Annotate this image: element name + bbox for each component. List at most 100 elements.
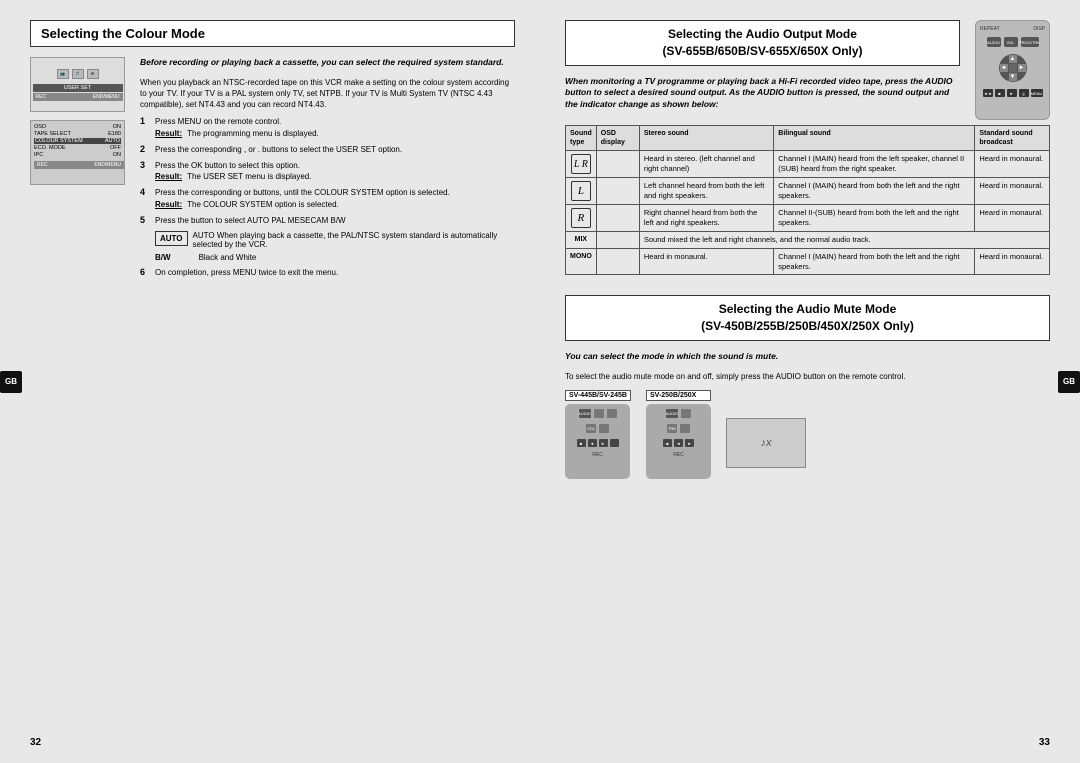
stereo-lr: Heard in stereo. (left channel and right… (639, 151, 773, 178)
lr-icon: L R (571, 154, 591, 174)
device-1-box: SV-445B/SV-245B AUDIO VOL ■ ◄ ► (565, 390, 631, 479)
display-box: ♪x (726, 418, 806, 468)
osd-label: OSD (34, 124, 46, 130)
table-row: R Right channel heard from both the left… (566, 205, 1050, 232)
mute-intro-text: You can select the mode in which the sou… (565, 351, 1050, 363)
col-osd: OSD display (596, 126, 639, 151)
audio-output-title: Selecting the Audio Output Mode (SV-655B… (565, 20, 960, 66)
osd-display-lr (596, 151, 639, 178)
device-screen-2: OSD ON TAPE SELECT E180 COLOUR SYSTEM AU… (30, 120, 125, 185)
standard-mono: Heard in monaural. (975, 248, 1050, 275)
step-2: 2 Press the corresponding , or . buttons… (140, 144, 515, 155)
user-set-bar: USER SET (33, 84, 123, 92)
table-row: MONO Heard in monaural. Channel I (MAIN)… (566, 248, 1050, 275)
page-number-left: 32 (30, 737, 41, 748)
bilingual-lr: Channel I (MAIN) heard from the left spe… (774, 151, 975, 178)
auto-note: AUTO When playing back a cassette, the P… (193, 231, 515, 249)
osd-display-r (596, 205, 639, 232)
step-4-text: Press the corresponding or buttons, unti… (155, 187, 515, 209)
standard-lr: Heard in monaural. (975, 151, 1050, 178)
bilingual-mono: Channel I (MAIN) heard from both the lef… (774, 248, 975, 275)
rec-end-bar: RECEND/MENU (33, 93, 123, 101)
section-title-colour: Selecting the Colour Mode (30, 20, 515, 47)
table-row: L R Heard in stereo. (left channel and r… (566, 151, 1050, 178)
table-row: MIX Sound mixed the left and right chann… (566, 232, 1050, 249)
intro-text: Before recording or playing back a casse… (140, 57, 515, 69)
eco-mode-value: OFF (110, 145, 121, 151)
mix-text: Sound mixed the left and right channels,… (639, 232, 1049, 249)
audio-output-section: Selecting the Audio Output Mode (SV-655B… (565, 20, 1050, 275)
audio-mute-section: Selecting the Audio Mute Mode (SV-450B/2… (565, 295, 1050, 479)
bilingual-l: Channel I (MAIN) heard from both the lef… (774, 178, 975, 205)
icon-1: 📺 (57, 69, 69, 79)
step-6-text: On completion, press MENU twice to exit … (155, 267, 515, 278)
step-3-num: 3 (140, 160, 150, 170)
step-6-num: 6 (140, 267, 150, 277)
audio-output-table: Sound type OSD display Stereo sound Bili… (565, 125, 1050, 275)
eco-mode-label: ECO. MODE (34, 145, 65, 151)
display-area: ♪x (726, 410, 806, 468)
mix-label: MIX (566, 232, 597, 249)
step-1: 1 Press MENU on the remote control. Resu… (140, 116, 515, 138)
ipc-label: IPC (34, 152, 43, 158)
device-1-remote: AUDIO VOL ■ ◄ ► REC (565, 404, 630, 479)
right-page: GB Selecting the Audio Output Mode (SV-6… (540, 0, 1080, 763)
mono-label: MONO (566, 248, 597, 275)
device-image-area: 📺 🎵 ⚙ USER SET RECEND/MENU OSD ON TAPE S… (30, 57, 130, 283)
l-icon: L (571, 181, 591, 201)
step-1-num: 1 (140, 116, 150, 126)
stereo-r: Right channel heard from both the left a… (639, 205, 773, 232)
step-3-text: Press the OK button to select this optio… (155, 160, 515, 182)
device-1-label: SV-445B/SV-245B (565, 390, 631, 401)
stereo-l: Left channel heard from both the left an… (639, 178, 773, 205)
table-row: L Left channel heard from both the left … (566, 178, 1050, 205)
osd-display-mono (596, 248, 639, 275)
step-3: 3 Press the OK button to select this opt… (140, 160, 515, 182)
step-4: 4 Press the corresponding or buttons, un… (140, 187, 515, 209)
osd-display-mix (596, 232, 639, 249)
device-2-label: SV-250B/250X (646, 390, 711, 401)
osd-value: ON (113, 124, 121, 130)
col-stereo: Stereo sound (639, 126, 773, 151)
step-2-num: 2 (140, 144, 150, 154)
remote-control-image: REPEAT DISP AUDIO VOL PROG/TRK ▲ ◄► ▼ (975, 20, 1050, 120)
step-5: 5 Press the button to select AUTO PAL ME… (140, 215, 515, 226)
col-standard: Standard sound broadcast (975, 126, 1050, 151)
tape-select-value: E180 (108, 131, 121, 137)
device-2-remote: AUDIO TRK ■ ◄ ► REC (646, 404, 711, 479)
step-5-num: 5 (140, 215, 150, 225)
mute-body-text: To select the audio mute mode on and off… (565, 371, 1050, 382)
ipc-value: ON (113, 152, 121, 158)
step-5-text: Press the button to select AUTO PAL MESE… (155, 215, 515, 226)
audio-mute-title: Selecting the Audio Mute Mode (SV-450B/2… (565, 295, 1050, 341)
standard-l: Heard in monaural. (975, 178, 1050, 205)
colour-system-label: COLOUR SYSTEM (35, 138, 83, 144)
gb-badge-right: GB (1058, 371, 1080, 393)
gb-badge-left: GB (0, 371, 22, 393)
standard-r: Heard in monaural. (975, 205, 1050, 232)
page-number-right: 33 (1039, 737, 1050, 748)
colour-system-value: AUTO (105, 138, 120, 144)
icon-3: ⚙ (87, 69, 99, 79)
step-4-num: 4 (140, 187, 150, 197)
step-1-text: Press MENU on the remote control. Result… (155, 116, 515, 138)
left-page: GB Selecting the Colour Mode 📺 🎵 ⚙ USER … (0, 0, 540, 763)
device-screen-1: 📺 🎵 ⚙ USER SET RECEND/MENU (30, 57, 125, 112)
body-text: When you playback an NTSC-recorded tape … (140, 77, 515, 111)
steps-area: Before recording or playing back a casse… (140, 57, 515, 283)
icon-2: 🎵 (72, 69, 84, 79)
bilingual-r: Channel II-(SUB) heard from both the lef… (774, 205, 975, 232)
r-icon: R (571, 208, 591, 228)
step-2-text: Press the corresponding , or . buttons t… (155, 144, 515, 155)
bw-label: B/W (155, 253, 171, 262)
bw-text: Black and White (199, 253, 257, 262)
step-6: 6 On completion, press MENU twice to exi… (140, 267, 515, 278)
stereo-mono: Heard in monaural. (639, 248, 773, 275)
tape-select-label: TAPE SELECT (34, 131, 71, 137)
col-bilingual: Bilingual sound (774, 126, 975, 151)
col-sound-type: Sound type (566, 126, 597, 151)
device-2-box: SV-250B/250X AUDIO TRK ■ ◄ ► (646, 390, 711, 479)
osd-display-l (596, 178, 639, 205)
audio-intro-text: When monitoring a TV programme or playin… (565, 76, 960, 112)
auto-box: AUTO (155, 231, 188, 246)
